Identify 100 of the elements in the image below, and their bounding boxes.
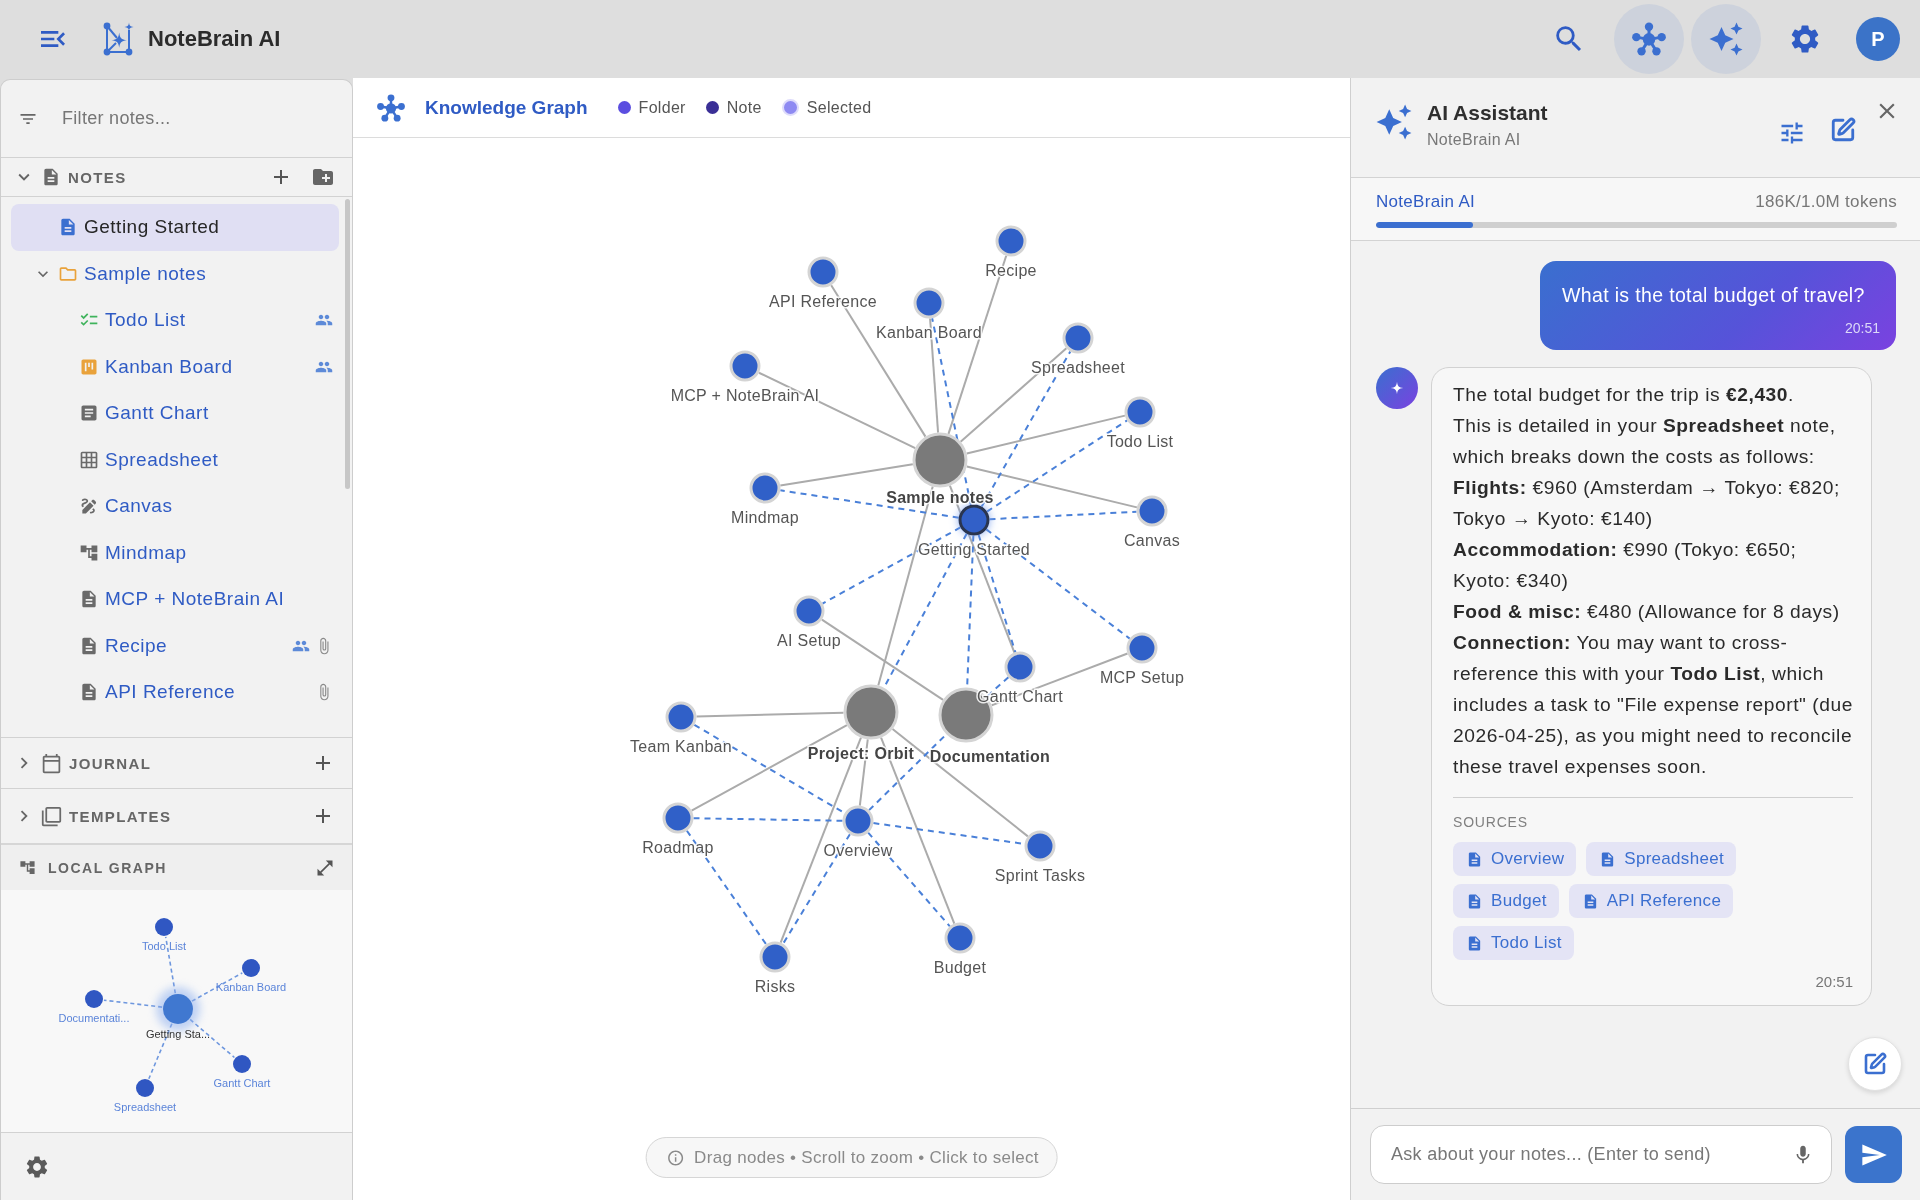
note-item[interactable]: Kanban Board [11, 343, 339, 390]
message-text: Connection: You may want to cross-reference this with your Todo List, which includes a task to "File expense report" (due 2026-04-25), as you might need to reconcile these travel expenses soon. [1453, 631, 1854, 779]
message-text: Flights: €960 (Amsterdam → Tokyo: €820; Tokyo → Kyoto: €140) [1453, 476, 1841, 531]
message-time: 20:51 [1814, 973, 1853, 990]
document-icon [1466, 850, 1483, 868]
folder-node[interactable] [843, 684, 899, 740]
sparkle-avatar-icon [1376, 367, 1418, 409]
node-label: Kanban Board [215, 981, 287, 993]
node-label: Spreadsheet [113, 1101, 177, 1113]
hint-text: Drag nodes • Scroll to zoom • Click to select [694, 1147, 1039, 1168]
source-chip[interactable]: Budget [1453, 884, 1559, 918]
note-item[interactable]: Getting Started [11, 204, 339, 251]
filter-field[interactable]: Filter notes... [62, 101, 338, 136]
message-text: The total budget for the trip is €2,430. [1453, 383, 1795, 407]
model-name: NoteBrain AI [1376, 192, 1476, 212]
section-title: JOURNAL [69, 754, 152, 772]
copy-icon [41, 805, 62, 827]
node-label: AI Setup [777, 632, 841, 649]
node-label: API Reference [769, 293, 877, 310]
user-avatar[interactable]: P [1856, 17, 1900, 61]
calendar-icon [41, 752, 62, 774]
sparkles-icon [1708, 21, 1744, 57]
node-label: Budget [933, 959, 987, 976]
node-label: Todo List [1106, 433, 1174, 450]
message-time: 20:51 [1843, 320, 1880, 336]
document-icon [41, 167, 61, 187]
tree-diagram-icon [19, 859, 36, 876]
note-item[interactable]: Gantt Chart [11, 390, 339, 437]
article-icon [79, 403, 99, 424]
note-item[interactable]: Sample notes [11, 250, 339, 297]
send-button[interactable] [1845, 1126, 1902, 1183]
note-node[interactable] [155, 918, 173, 936]
message-input[interactable]: Ask about your notes... (Enter to send) [1370, 1125, 1832, 1184]
source-chip[interactable]: Spreadsheet [1586, 842, 1736, 876]
node-label: Sample notes [886, 489, 994, 506]
node-label: Gantt Chart [213, 1077, 271, 1089]
node-label: Documentation [929, 748, 1051, 765]
document-icon [79, 682, 99, 703]
node-label: Project: Orbit [807, 745, 915, 762]
info-icon [666, 1148, 685, 1167]
node-label: Recipe [985, 262, 1037, 279]
document-icon [1466, 892, 1483, 910]
pen-square-icon [1830, 117, 1856, 143]
legend-label: Note [726, 98, 762, 117]
sources-label: SOURCES [1453, 814, 1529, 830]
document-icon [79, 635, 99, 656]
note-item[interactable]: Recipe [11, 622, 339, 669]
node-label: Sprint Tasks [994, 867, 1086, 884]
document-icon [58, 217, 78, 238]
compose-button[interactable] [1848, 1037, 1902, 1091]
logo-icon [103, 21, 135, 57]
document-icon [79, 589, 99, 610]
section-title: NOTES [68, 168, 127, 186]
app-name: NoteBrain AI [148, 26, 281, 52]
folder-node[interactable] [912, 432, 968, 488]
note-node[interactable] [958, 504, 990, 536]
note-node[interactable] [233, 1055, 251, 1073]
node-label: Getting Sta... [145, 1028, 211, 1040]
node-label: Risks [754, 978, 796, 995]
scrollbar[interactable] [345, 199, 350, 489]
pen-square-icon [1863, 1052, 1887, 1076]
note-item[interactable]: Mindmap [11, 529, 339, 576]
legend-label: Folder [638, 98, 686, 117]
message-text: This is detailed in your Spreadsheet note, which breaks down the costs as follows: [1453, 414, 1837, 469]
note-node[interactable] [85, 990, 103, 1008]
note-item[interactable]: Canvas [11, 483, 339, 530]
panel-subtitle: NoteBrain AI [1427, 131, 1522, 149]
node-label: Canvas [1123, 532, 1181, 549]
node-label: MCP + NoteBrain AI [670, 387, 820, 404]
source-chip[interactable]: Overview [1453, 842, 1577, 876]
message-text: Accommodation: €990 (Tokyo: €650; Kyoto: €340) [1453, 538, 1798, 593]
node-label: Mindmap [731, 509, 799, 526]
note-item[interactable]: MCP + NoteBrain AI [11, 576, 339, 623]
legend-label: Selected [806, 98, 872, 117]
node-label: Roadmap [642, 839, 714, 856]
note-item[interactable]: Spreadsheet [11, 436, 339, 483]
node-label: Documentati... [58, 1012, 130, 1024]
note-node[interactable] [242, 959, 260, 977]
node-label: Team Kanban [630, 738, 732, 755]
drawing-pen-icon [79, 496, 99, 517]
section-title: TEMPLATES [69, 807, 172, 825]
node-label: Kanban Board [876, 324, 982, 341]
link-line [103, 999, 163, 1008]
message-text: What is the total budget of travel? [1562, 283, 1866, 308]
token-count: 186K/1.0M tokens [1755, 192, 1897, 212]
new-chat-button[interactable] [1830, 117, 1856, 143]
network-icon [377, 93, 405, 122]
note-item[interactable]: API Reference [11, 669, 339, 716]
note-node[interactable] [136, 1079, 154, 1097]
message-text: Food & misc: €480 (Allowance for 8 days) [1453, 600, 1841, 624]
source-chip[interactable]: Todo List [1453, 926, 1574, 960]
panel-title: AI Assistant [1427, 100, 1548, 126]
sparkles-icon [1375, 103, 1413, 141]
grid-icon [79, 449, 99, 470]
note-item[interactable]: Todo List [11, 297, 339, 344]
selected-node[interactable] [156, 987, 200, 1031]
source-chip[interactable]: API Reference [1568, 884, 1734, 918]
node-label: Todo List [142, 940, 186, 952]
network-icon [1632, 22, 1666, 56]
node-label: Getting Started [917, 541, 1031, 558]
